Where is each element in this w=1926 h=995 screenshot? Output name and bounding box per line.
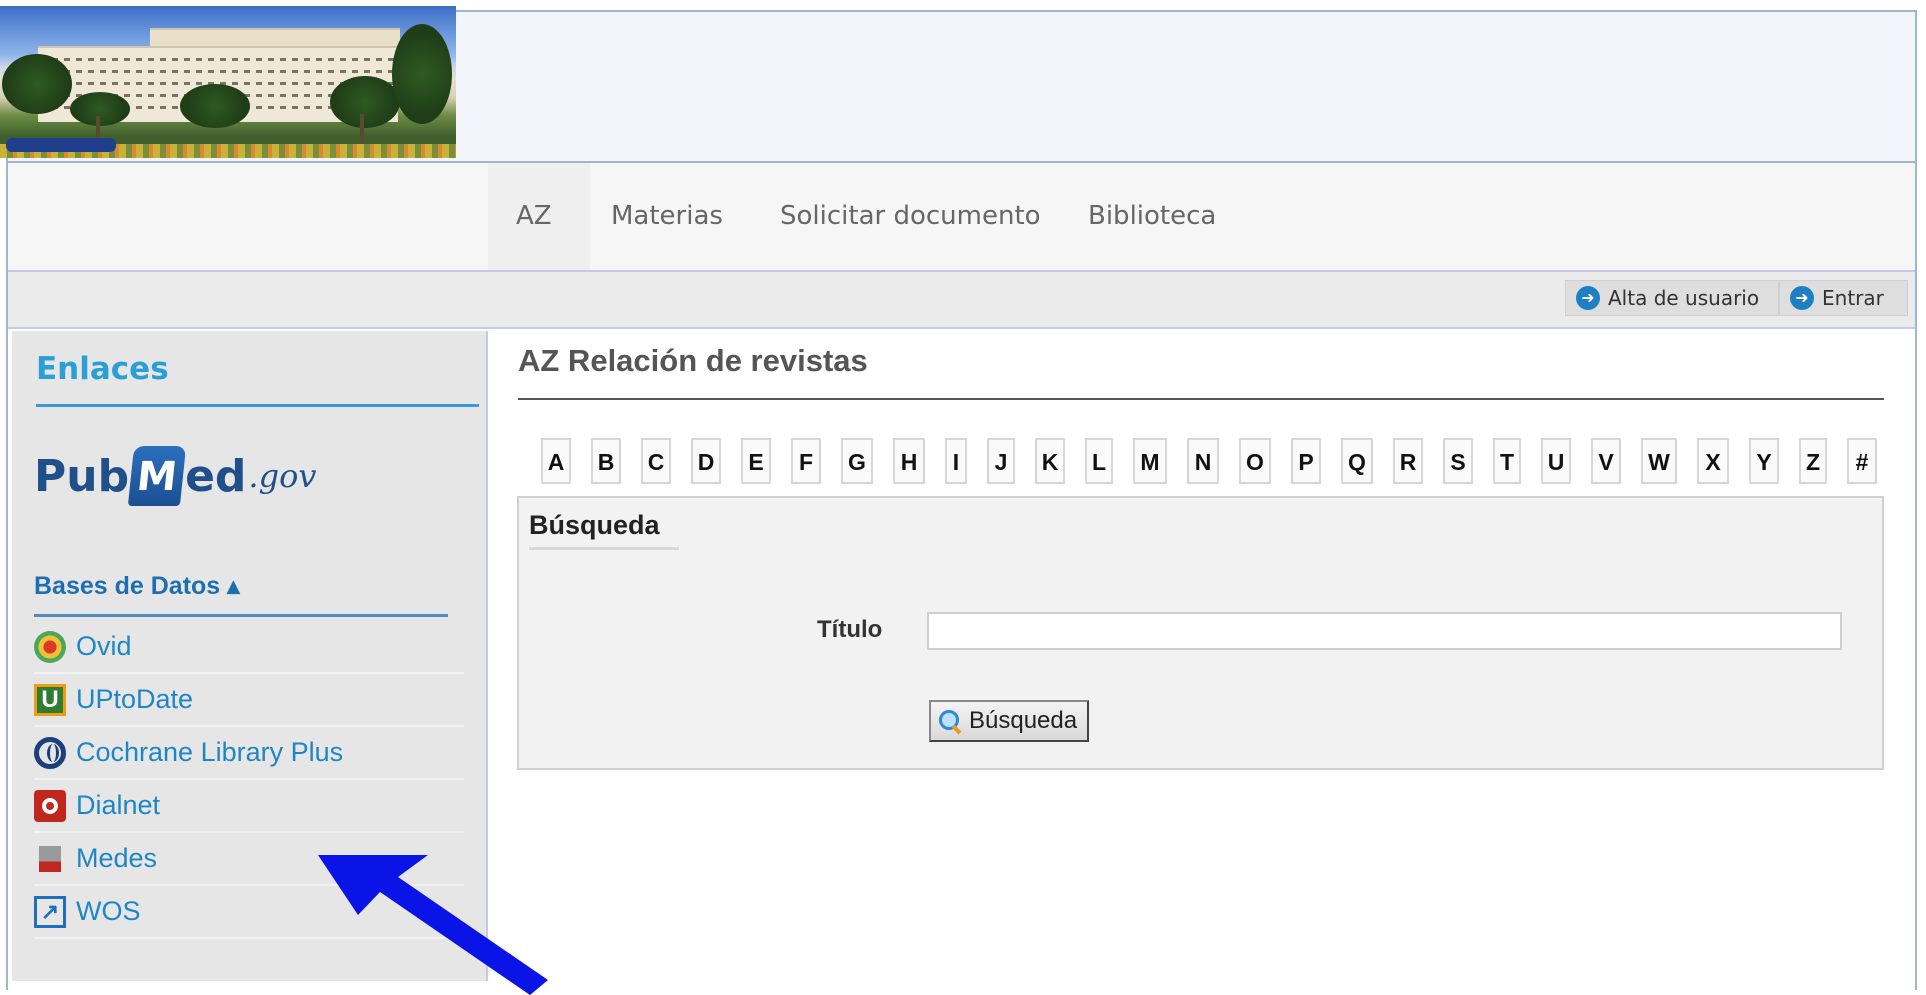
- banner-windows: [40, 58, 396, 61]
- search-button-label: Búsqueda: [969, 707, 1078, 734]
- banner-tree: [2, 54, 72, 114]
- letter-filter-b[interactable]: B: [591, 438, 621, 484]
- letter-filter-e[interactable]: E: [741, 438, 771, 484]
- arrow-right-icon: ➜: [1790, 286, 1814, 310]
- letter-filter-r[interactable]: R: [1393, 438, 1423, 484]
- letter-filter-d[interactable]: D: [691, 438, 721, 484]
- search-panel: Búsqueda Título Búsqueda: [517, 496, 1884, 770]
- letter-filter-h[interactable]: H: [893, 438, 925, 484]
- title-field-label: Título: [817, 616, 883, 643]
- pubmed-logo-link[interactable]: Pub M ed .gov: [34, 441, 316, 511]
- ovid-icon: [34, 630, 66, 663]
- banner-tree: [180, 84, 250, 128]
- magnifier-icon: [937, 708, 963, 734]
- letter-filter-q[interactable]: Q: [1341, 438, 1373, 484]
- sidebar-item-uptodate[interactable]: U UPtoDate: [34, 674, 464, 727]
- letter-filter-n[interactable]: N: [1187, 438, 1219, 484]
- main-nav: AZ Materias Solicitar documento Bibliote…: [8, 163, 1915, 272]
- register-button[interactable]: ➜ Alta de usuario: [1565, 280, 1779, 316]
- cochrane-icon: [34, 736, 66, 769]
- title-input[interactable]: [927, 612, 1842, 650]
- arrow-right-icon: ➜: [1576, 286, 1600, 310]
- nav-item-solicitar-documento[interactable]: Solicitar documento: [780, 163, 1041, 270]
- banner-windows: [40, 70, 396, 73]
- sidebar-item-label: Cochrane Library Plus: [76, 737, 344, 767]
- sidebar-item-label: Ovid: [76, 631, 132, 661]
- user-bar: ➜ Alta de usuario ➜ Entrar: [8, 272, 1915, 329]
- page-title-divider: [518, 398, 1884, 400]
- banner-palm-trunk: [360, 114, 364, 148]
- letter-filter-k[interactable]: K: [1035, 438, 1065, 484]
- sidebar-item-cochrane[interactable]: Cochrane Library Plus: [34, 727, 464, 780]
- banner-building-top: [150, 28, 400, 48]
- sidebar-item-label: UPtoDate: [76, 684, 194, 714]
- banner-car: [6, 138, 116, 152]
- sidebar-title: Enlaces: [36, 351, 169, 387]
- letter-filter-j[interactable]: J: [987, 438, 1015, 484]
- letter-filter-x[interactable]: X: [1697, 438, 1729, 484]
- search-button[interactable]: Búsqueda: [929, 700, 1090, 742]
- letter-filter-g[interactable]: G: [841, 438, 873, 484]
- pubmed-logo-m: M: [127, 446, 187, 506]
- letter-filter-y[interactable]: Y: [1749, 438, 1779, 484]
- hospital-banner-image: [0, 6, 456, 158]
- letter-filter-a[interactable]: A: [541, 438, 571, 484]
- pubmed-logo-pub: Pub: [34, 450, 130, 502]
- nav-item-az[interactable]: AZ: [488, 163, 590, 270]
- nav-item-materias[interactable]: Materias: [611, 163, 723, 270]
- databases-divider: [34, 614, 448, 617]
- external-link-icon: ↗: [34, 895, 66, 928]
- annotation-arrow: [318, 855, 548, 995]
- letter-filter-c[interactable]: C: [641, 438, 671, 484]
- letter-filter-m[interactable]: M: [1133, 438, 1167, 484]
- sidebar-item-label: Medes: [76, 843, 158, 873]
- annotation-arrow-shape: [318, 855, 548, 995]
- letter-filter-v[interactable]: V: [1591, 438, 1621, 484]
- letter-filter-z[interactable]: Z: [1799, 438, 1827, 484]
- letter-filter-s[interactable]: S: [1443, 438, 1473, 484]
- banner-tree: [70, 92, 130, 126]
- letter-filter-l[interactable]: L: [1085, 438, 1113, 484]
- pubmed-logo-gov: .gov: [248, 457, 317, 495]
- banner-tree: [330, 76, 400, 128]
- page-title: AZ Relación de revistas: [518, 343, 868, 378]
- nav-item-biblioteca[interactable]: Biblioteca: [1088, 163, 1216, 270]
- letter-filter-o[interactable]: O: [1239, 438, 1271, 484]
- sidebar-title-divider: [36, 404, 479, 407]
- login-button[interactable]: ➜ Entrar: [1779, 280, 1908, 316]
- sidebar-item-label: Dialnet: [76, 790, 161, 820]
- register-label: Alta de usuario: [1608, 286, 1760, 310]
- banner-tree: [392, 24, 452, 124]
- letter-filter-t[interactable]: T: [1493, 438, 1521, 484]
- sidebar-item-label: WOS: [76, 896, 141, 926]
- databases-section-toggle[interactable]: Bases de Datos ▴: [34, 571, 240, 601]
- login-label: Entrar: [1822, 286, 1884, 310]
- sidebar-item-dialnet[interactable]: Dialnet: [34, 780, 464, 833]
- medes-icon: [39, 845, 61, 872]
- letter-filter-i[interactable]: I: [945, 438, 967, 484]
- letter-filter-p[interactable]: P: [1291, 438, 1321, 484]
- letter-filter-w[interactable]: W: [1641, 438, 1677, 484]
- pubmed-logo-ed: ed: [185, 450, 247, 502]
- letter-filter-u[interactable]: U: [1541, 438, 1571, 484]
- dialnet-icon: [34, 789, 66, 822]
- letter-filter-f[interactable]: F: [791, 438, 821, 484]
- letter-filter-hash[interactable]: #: [1847, 438, 1877, 484]
- sidebar-item-ovid[interactable]: Ovid: [34, 621, 464, 674]
- search-legend: Búsqueda: [529, 510, 679, 550]
- uptodate-icon: U: [34, 683, 66, 716]
